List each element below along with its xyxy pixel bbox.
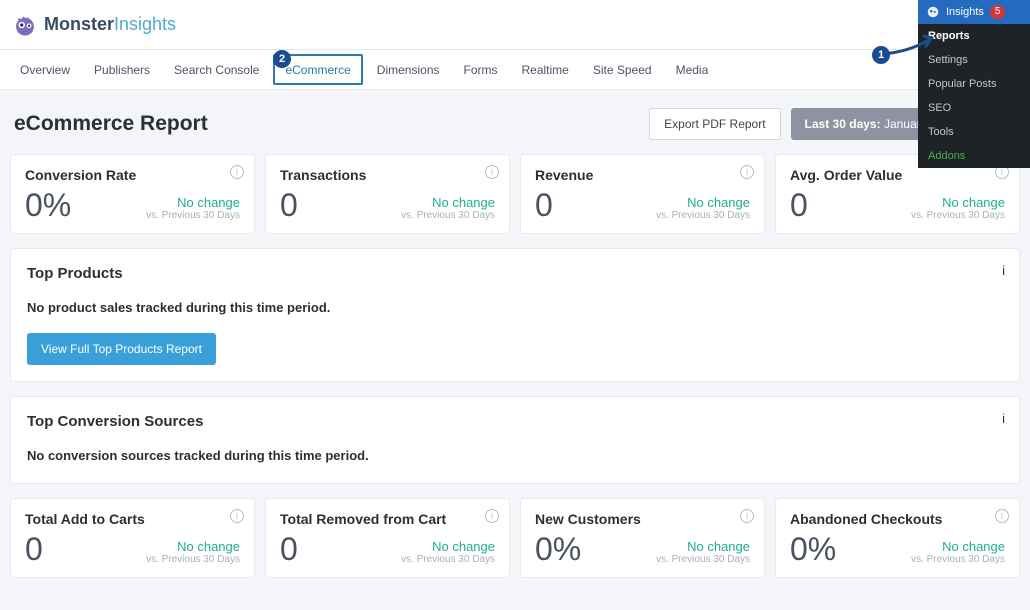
metric-change-sub: vs. Previous 30 Days — [656, 210, 750, 221]
metric-title: Revenue — [535, 167, 750, 183]
metric-title: Abandoned Checkouts — [790, 511, 1005, 527]
metric-change: No change — [401, 195, 495, 210]
metric-title: New Customers — [535, 511, 750, 527]
metric-value: 0 — [790, 189, 808, 221]
metric-change: No change — [911, 195, 1005, 210]
menu-item-seo[interactable]: SEO — [918, 96, 1030, 120]
metric-value: 0 — [25, 533, 43, 565]
empty-state-text: No conversion sources tracked during thi… — [27, 448, 1003, 463]
insights-icon — [926, 5, 940, 19]
page-header: eCommerce Report Export PDF Report Last … — [10, 108, 1020, 140]
metric-new-customers: i New Customers 0% No change vs. Previou… — [520, 498, 765, 578]
metric-value: 0% — [25, 189, 71, 221]
metric-change: No change — [146, 195, 240, 210]
admin-insights-menu: Insights 5 Reports Settings Popular Post… — [918, 0, 1030, 168]
menu-item-reports[interactable]: Reports — [918, 24, 1030, 48]
menu-item-addons[interactable]: Addons — [918, 144, 1030, 168]
tab-site-speed[interactable]: Site Speed — [581, 50, 664, 89]
info-icon[interactable]: i — [230, 165, 244, 179]
section-title: Top Products — [27, 265, 1003, 282]
info-icon[interactable]: i — [740, 165, 754, 179]
metric-change-sub: vs. Previous 30 Days — [911, 210, 1005, 221]
notification-badge: 5 — [990, 5, 1006, 19]
admin-menu-body: Reports Settings Popular Posts SEO Tools… — [918, 24, 1030, 168]
monster-icon — [12, 12, 38, 38]
top-products-card: i Top Products No product sales tracked … — [10, 248, 1020, 382]
metric-change-sub: vs. Previous 30 Days — [146, 210, 240, 221]
metric-conversion-rate: i Conversion Rate 0% No change vs. Previ… — [10, 154, 255, 234]
info-icon[interactable]: i — [230, 509, 244, 523]
metric-change-sub: vs. Previous 30 Days — [656, 554, 750, 565]
brand-logo: MonsterInsights — [12, 12, 176, 38]
metric-change: No change — [401, 539, 495, 554]
tab-dimensions[interactable]: Dimensions — [365, 50, 452, 89]
section-title: Top Conversion Sources — [27, 413, 1003, 430]
tab-realtime[interactable]: Realtime — [510, 50, 581, 89]
brand-name-a: Monster — [44, 14, 114, 34]
metric-change-sub: vs. Previous 30 Days — [401, 210, 495, 221]
metric-change: No change — [656, 195, 750, 210]
top-metrics-row: i Conversion Rate 0% No change vs. Previ… — [10, 154, 1020, 234]
info-icon[interactable]: i — [995, 509, 1009, 523]
export-pdf-button[interactable]: Export PDF Report — [649, 108, 780, 140]
tab-publishers[interactable]: Publishers — [82, 50, 162, 89]
page-title: eCommerce Report — [14, 112, 208, 136]
metric-title: Total Removed from Cart — [280, 511, 495, 527]
tab-forms[interactable]: Forms — [452, 50, 510, 89]
metric-title: Conversion Rate — [25, 167, 240, 183]
callout-badge-1: 1 — [872, 46, 890, 64]
admin-menu-title: Insights — [946, 6, 984, 18]
menu-item-settings[interactable]: Settings — [918, 48, 1030, 72]
metric-add-to-carts: i Total Add to Carts 0 No change vs. Pre… — [10, 498, 255, 578]
page-body: eCommerce Report Export PDF Report Last … — [0, 90, 1030, 610]
metric-change: No change — [146, 539, 240, 554]
view-top-products-button[interactable]: View Full Top Products Report — [27, 333, 216, 365]
top-conversion-sources-card: i Top Conversion Sources No conversion s… — [10, 396, 1020, 484]
metric-transactions: i Transactions 0 No change vs. Previous … — [265, 154, 510, 234]
bottom-metrics-row: i Total Add to Carts 0 No change vs. Pre… — [10, 498, 1020, 578]
metric-removed-from-cart: i Total Removed from Cart 0 No change vs… — [265, 498, 510, 578]
metric-title: Avg. Order Value — [790, 167, 1005, 183]
date-range-label: Last 30 days: — [805, 117, 881, 131]
admin-menu-header[interactable]: Insights 5 — [918, 0, 1030, 24]
metric-value: 0 — [280, 533, 298, 565]
info-icon[interactable]: i — [1002, 411, 1005, 426]
info-icon[interactable]: i — [485, 165, 499, 179]
info-icon[interactable]: i — [740, 509, 754, 523]
menu-item-tools[interactable]: Tools — [918, 120, 1030, 144]
info-icon[interactable]: i — [1002, 263, 1005, 278]
metric-revenue: i Revenue 0 No change vs. Previous 30 Da… — [520, 154, 765, 234]
metric-title: Total Add to Carts — [25, 511, 240, 527]
empty-state-text: No product sales tracked during this tim… — [27, 300, 1003, 315]
brand-name: MonsterInsights — [44, 14, 176, 35]
tab-search-console[interactable]: Search Console — [162, 50, 271, 89]
metric-change: No change — [656, 539, 750, 554]
menu-item-popular-posts[interactable]: Popular Posts — [918, 72, 1030, 96]
tab-overview[interactable]: Overview — [8, 50, 82, 89]
metric-change: No change — [911, 539, 1005, 554]
tab-media[interactable]: Media — [664, 50, 721, 89]
metric-change-sub: vs. Previous 30 Days — [401, 554, 495, 565]
metric-title: Transactions — [280, 167, 495, 183]
metric-value: 0 — [280, 189, 298, 221]
metric-value: 0 — [535, 189, 553, 221]
callout-badge-2: 2 — [273, 50, 291, 68]
brand-name-b: Insights — [114, 14, 176, 34]
metric-value: 0% — [535, 533, 581, 565]
metric-change-sub: vs. Previous 30 Days — [911, 554, 1005, 565]
metric-abandoned-checkouts: i Abandoned Checkouts 0% No change vs. P… — [775, 498, 1020, 578]
info-icon[interactable]: i — [485, 509, 499, 523]
metric-value: 0% — [790, 533, 836, 565]
top-bar: MonsterInsights — [0, 0, 1030, 50]
metric-change-sub: vs. Previous 30 Days — [146, 554, 240, 565]
